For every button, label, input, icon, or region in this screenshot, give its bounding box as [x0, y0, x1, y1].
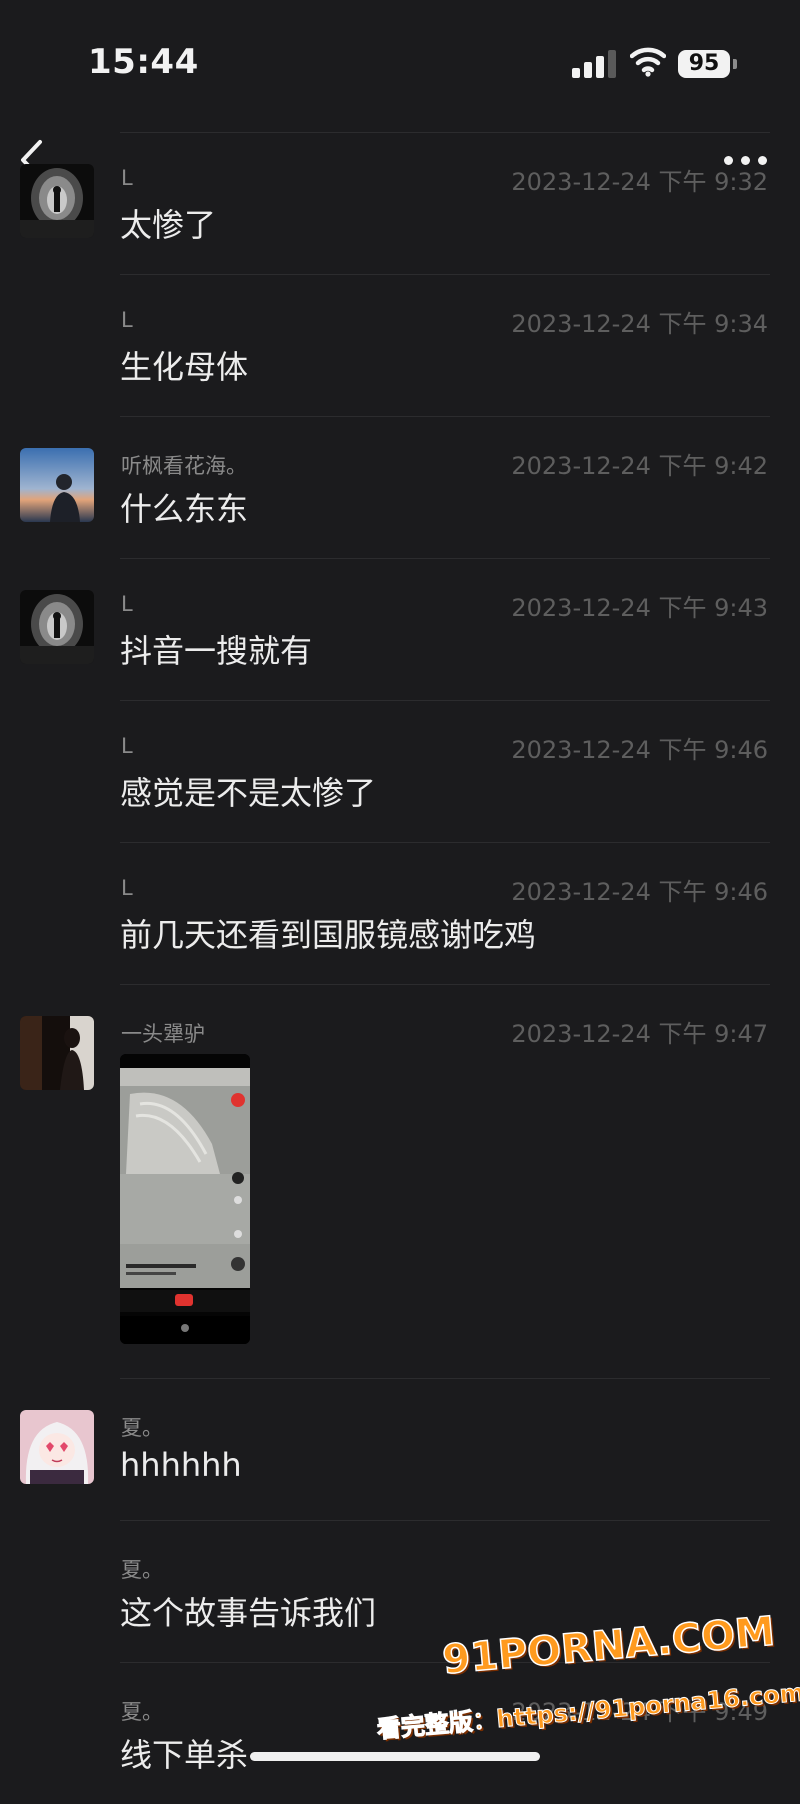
- message-item[interactable]: L 2023-12-24 下午 9:46 前几天还看到国服镜感谢吃鸡: [0, 842, 800, 984]
- divider: [120, 700, 770, 701]
- message-text: 生化母体: [120, 348, 249, 386]
- divider: [120, 842, 770, 843]
- sender-name: 一头犟驴: [121, 1022, 205, 1046]
- wifi-icon: [630, 47, 666, 77]
- divider: [120, 132, 770, 133]
- divider: [120, 416, 770, 417]
- message-text: 线下单杀: [120, 1736, 249, 1774]
- sender-name: L: [121, 734, 133, 758]
- message-text: 前几天还看到国服镜感谢吃鸡: [120, 916, 537, 954]
- watermark: 91PORNA.COM 看完整版：https://91porna16.com: [375, 1605, 800, 1775]
- message-item[interactable]: L 2023-12-24 下午 9:43 抖音一搜就有: [0, 558, 800, 700]
- sender-name: 夏。: [121, 1700, 163, 1724]
- message-item[interactable]: 夏。 hhhhhh: [0, 1378, 800, 1520]
- avatar[interactable]: [20, 1016, 94, 1090]
- sender-name: L: [121, 592, 133, 616]
- divider: [120, 1378, 770, 1379]
- divider: [120, 1520, 770, 1521]
- battery-cap: [733, 59, 737, 69]
- message-timestamp: 2023-12-24 下午 9:43: [511, 594, 768, 622]
- sender-name: L: [121, 308, 133, 332]
- status-bar: 15:44 95: [0, 0, 800, 120]
- status-time: 15:44: [88, 42, 199, 82]
- divider: [120, 558, 770, 559]
- message-text: 抖音一搜就有: [120, 632, 313, 670]
- sender-name: L: [121, 166, 133, 190]
- divider: [120, 274, 770, 275]
- message-item[interactable]: L 2023-12-24 下午 9:46 感觉是不是太惨了: [0, 700, 800, 842]
- message-item[interactable]: 一头犟驴 2023-12-24 下午 9:47: [0, 984, 800, 1378]
- message-text: 什么东东: [120, 490, 249, 528]
- avatar[interactable]: [20, 164, 94, 238]
- message-item[interactable]: L 2023-12-24 下午 9:32 太惨了: [0, 132, 800, 274]
- message-timestamp: 2023-12-24 下午 9:34: [511, 310, 768, 338]
- avatar[interactable]: [20, 448, 94, 522]
- home-indicator[interactable]: [250, 1752, 540, 1761]
- battery-indicator: 95: [678, 50, 730, 78]
- message-text: 感觉是不是太惨了: [120, 774, 377, 812]
- cellular-signal-icon: [572, 48, 616, 78]
- message-list[interactable]: L 2023-12-24 下午 9:32 太惨了 L 2023-12-24 下午…: [0, 132, 800, 1804]
- message-timestamp: 2023-12-24 下午 9:47: [511, 1020, 768, 1048]
- image-thumbnail[interactable]: [120, 1054, 250, 1344]
- watermark-logo: 91PORNA.COM: [440, 1608, 778, 1684]
- watermark-subtitle: 看完整版：https://91porna16.com: [375, 1678, 800, 1744]
- message-timestamp: 2023-12-24 下午 9:46: [511, 736, 768, 764]
- message-timestamp: 2023-12-24 下午 9:46: [511, 878, 768, 906]
- message-text: hhhhhh: [120, 1446, 242, 1484]
- avatar[interactable]: [20, 590, 94, 664]
- message-item[interactable]: 听枫看花海。 2023-12-24 下午 9:42 什么东东: [0, 416, 800, 558]
- message-text: 这个故事告诉我们: [120, 1594, 377, 1632]
- divider: [120, 984, 770, 985]
- message-item[interactable]: L 2023-12-24 下午 9:34 生化母体: [0, 274, 800, 416]
- message-timestamp: 2023-12-24 下午 9:42: [511, 452, 768, 480]
- sender-name: 夏。: [121, 1558, 163, 1582]
- message-timestamp: 2023-12-24 下午 9:32: [511, 168, 768, 196]
- sender-name: 夏。: [121, 1416, 163, 1440]
- message-text: 太惨了: [120, 206, 217, 244]
- sender-name: L: [121, 876, 133, 900]
- sender-name: 听枫看花海。: [121, 454, 247, 478]
- avatar[interactable]: [20, 1410, 94, 1484]
